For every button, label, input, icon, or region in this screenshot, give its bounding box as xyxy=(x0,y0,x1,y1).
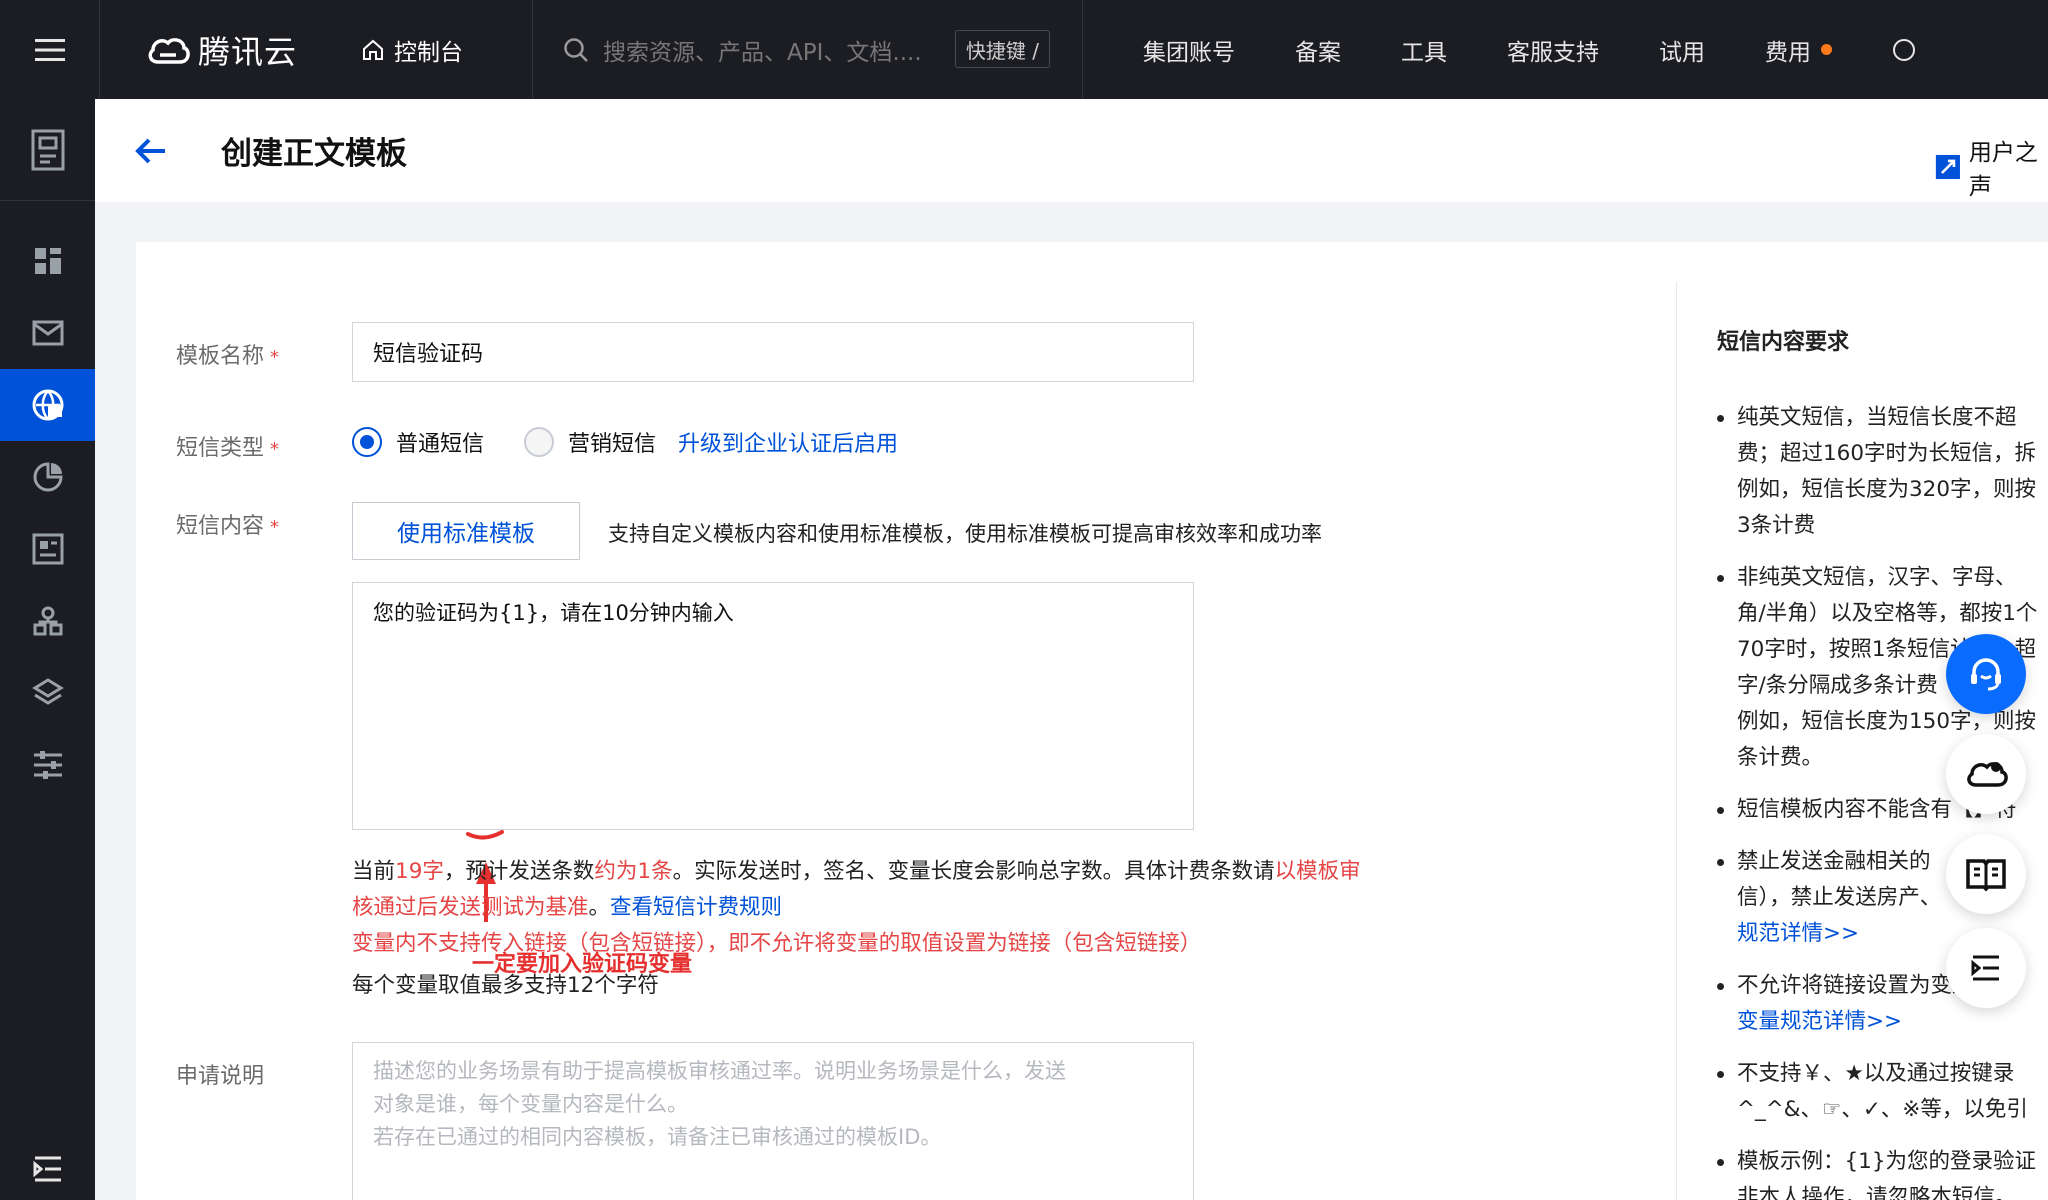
nav-group-account[interactable]: 集团账号 xyxy=(1143,33,1235,67)
list-line: 费；超过160字时为长短信，拆 xyxy=(1737,441,2037,466)
rail-sms-icon[interactable] xyxy=(0,369,95,441)
upgrade-link[interactable]: 升级到企业认证后启用 xyxy=(678,426,898,458)
notification-dot xyxy=(1821,44,1832,55)
type-label: 短信类型 * xyxy=(176,430,279,462)
product-icon[interactable] xyxy=(0,99,95,201)
use-standard-template-button[interactable]: 使用标准模板 xyxy=(352,502,580,560)
name-label: 模板名称 * xyxy=(176,338,279,370)
rail-template-icon[interactable] xyxy=(0,513,95,585)
char-count: 19字 xyxy=(395,859,444,884)
variable-limit-hint: 每个变量取值最多支持12个字符 xyxy=(352,973,659,998)
radio-marketing-sms[interactable] xyxy=(524,427,555,457)
shortcut-badge[interactable]: 快捷键 / xyxy=(954,30,1050,68)
count-mid: ，预计发送条数 xyxy=(443,859,595,884)
application-desc-textarea[interactable]: 描述您的业务场景有助于提高模板审核通过率。说明业务场景是什么，发送 对象是谁，每… xyxy=(352,1042,1194,1200)
count-prefix: 当前 xyxy=(352,859,396,884)
list-indent-icon xyxy=(1971,955,1999,981)
desc-label: 申请说明 xyxy=(176,1064,265,1089)
msg-count: 约为1条 xyxy=(594,859,673,884)
collapse-icon[interactable] xyxy=(0,1156,95,1182)
top-bar: 腾讯云 控制台 搜索资源、产品、API、文档.... 快捷键 / 集团账号 备案… xyxy=(0,0,2048,99)
sms-content-textarea[interactable]: 您的验证码为{1}，请在10分钟内输入 xyxy=(352,582,1194,830)
type-label-text: 短信类型 xyxy=(176,436,265,461)
nav-billing-label: 费用 xyxy=(1765,39,1811,66)
list-line: 3条计费 xyxy=(1737,513,1816,538)
billing-rules-link[interactable]: 查看短信计费规则 xyxy=(610,895,782,920)
required-mark: * xyxy=(270,517,280,538)
page-title: 创建正文模板 xyxy=(221,136,407,172)
customer-service-button[interactable] xyxy=(1946,634,2026,714)
list-item: 模板示例：{1}为您的登录验证 非本人操作，请忽略本短信。 xyxy=(1717,1144,2048,1200)
nav-billing[interactable]: 费用 xyxy=(1765,33,1832,67)
rail-layers-icon[interactable] xyxy=(0,657,95,729)
list-line: 非本人操作，请忽略本短信。 xyxy=(1737,1185,2017,1200)
nav-tools[interactable]: 工具 xyxy=(1401,33,1447,67)
required-mark: * xyxy=(270,439,280,460)
rail-stats-icon[interactable] xyxy=(0,441,95,513)
outline-button[interactable] xyxy=(1946,928,2026,1008)
tencent-cloud-logo[interactable]: 腾讯云 xyxy=(146,27,326,73)
list-line: 例如，短信长度为320字，则按 xyxy=(1737,477,2037,502)
headset-icon xyxy=(1971,658,2001,691)
list-line: ^_^&、☞、✓、※等，以免引 xyxy=(1737,1097,2028,1122)
list-item: 不支持￥、★以及通过按键录 ^_^&、☞、✓、※等，以免引 xyxy=(1717,1056,2048,1128)
char-count-hint: 当前19字，预计发送条数约为1条。实际发送时，签名、变量长度会影响总字数。具体计… xyxy=(352,854,1362,926)
list-line: 角/半角）以及空格等，都按1个 xyxy=(1737,601,2038,626)
count-end: 。 xyxy=(588,895,611,920)
home-icon xyxy=(363,39,383,60)
logo-text: 腾讯云 xyxy=(198,32,298,71)
list-line: 纯英文短信，当短信长度不超 xyxy=(1737,405,2017,430)
search-icon xyxy=(564,37,588,62)
content-label: 短信内容 * xyxy=(176,508,279,540)
sms-type-radio-group: 普通短信 营销短信 升级到企业认证后启用 xyxy=(352,426,898,458)
docs-button[interactable] xyxy=(1946,834,2026,914)
content-label-text: 短信内容 xyxy=(176,514,265,539)
list-line: 不支持￥、★以及通过按键录 xyxy=(1737,1061,2015,1086)
user-voice-link[interactable]: 用户之声 xyxy=(1935,133,2048,201)
count-suffix: 。实际发送时，签名、变量长度会影响总字数。具体计费条数请 xyxy=(672,859,1275,884)
cloud-logo-icon xyxy=(148,37,190,64)
list-line: 模板示例：{1}为您的登录验证 xyxy=(1737,1149,2037,1174)
console-label: 控制台 xyxy=(394,39,463,66)
search-box[interactable]: 搜索资源、产品、API、文档.... 快捷键 / xyxy=(563,0,1083,99)
rail-overview-icon[interactable] xyxy=(0,225,95,297)
nav-more-icon[interactable] xyxy=(1892,38,1916,62)
page-header: 创建正文模板 用户之声 xyxy=(95,99,2048,202)
rail-mail-icon[interactable] xyxy=(0,297,95,369)
variable-spec-link[interactable]: 变量规范详情>> xyxy=(1737,1004,2048,1040)
list-line: 非纯英文短信，汉字、字母、 xyxy=(1737,565,2017,590)
radio-marketing-sms-label[interactable]: 营销短信 xyxy=(568,426,656,458)
desc-placeholder-line: 对象是谁，每个变量内容是什么。 xyxy=(373,1092,688,1116)
template-name-input[interactable]: 短信验证码 xyxy=(352,322,1194,382)
search-input[interactable]: 搜索资源、产品、API、文档.... xyxy=(603,33,922,67)
rail-org-icon[interactable] xyxy=(0,585,95,657)
requirements-title: 短信内容要求 xyxy=(1717,330,1850,355)
nav-trial[interactable]: 试用 xyxy=(1659,33,1705,67)
console-link[interactable]: 控制台 xyxy=(362,33,532,67)
nav-support[interactable]: 客服支持 xyxy=(1507,33,1599,67)
desc-placeholder-line: 若存在已通过的相同内容模板，请备注已审核通过的模板ID。 xyxy=(373,1125,942,1149)
back-arrow-icon[interactable] xyxy=(135,137,175,165)
rail-settings-icon[interactable] xyxy=(0,729,95,801)
required-mark: * xyxy=(270,347,280,368)
list-item: 纯英文短信，当短信长度不超 费；超过160字时为长短信，拆 例如，短信长度为32… xyxy=(1717,400,2048,544)
user-voice-label: 用户之声 xyxy=(1968,140,2038,200)
standard-template-desc: 支持自定义模板内容和使用标准模板，使用标准模板可提高审核效率和成功率 xyxy=(608,522,1322,546)
menu-icon[interactable] xyxy=(0,0,100,99)
desc-placeholder-line: 描述您的业务场景有助于提高模板审核通过率。说明业务场景是什么，发送 xyxy=(373,1059,1066,1083)
cloud-assistant-button[interactable] xyxy=(1946,734,2026,814)
link-warning: 变量内不支持传入链接（包含短链接），即不允许将变量的取值设置为链接（包含短链接） xyxy=(352,931,1202,956)
name-label-text: 模板名称 xyxy=(176,344,265,369)
book-icon xyxy=(1966,859,2006,892)
feedback-icon xyxy=(1935,154,1960,180)
radio-normal-sms-label[interactable]: 普通短信 xyxy=(396,426,484,458)
radio-normal-sms[interactable] xyxy=(352,427,382,457)
left-rail xyxy=(0,99,95,1200)
divider xyxy=(532,0,533,99)
cloud-icon xyxy=(1967,762,2008,787)
nav-filing[interactable]: 备案 xyxy=(1295,33,1341,67)
top-nav: 集团账号 备案 工具 客服支持 试用 费用 xyxy=(1113,0,1946,99)
